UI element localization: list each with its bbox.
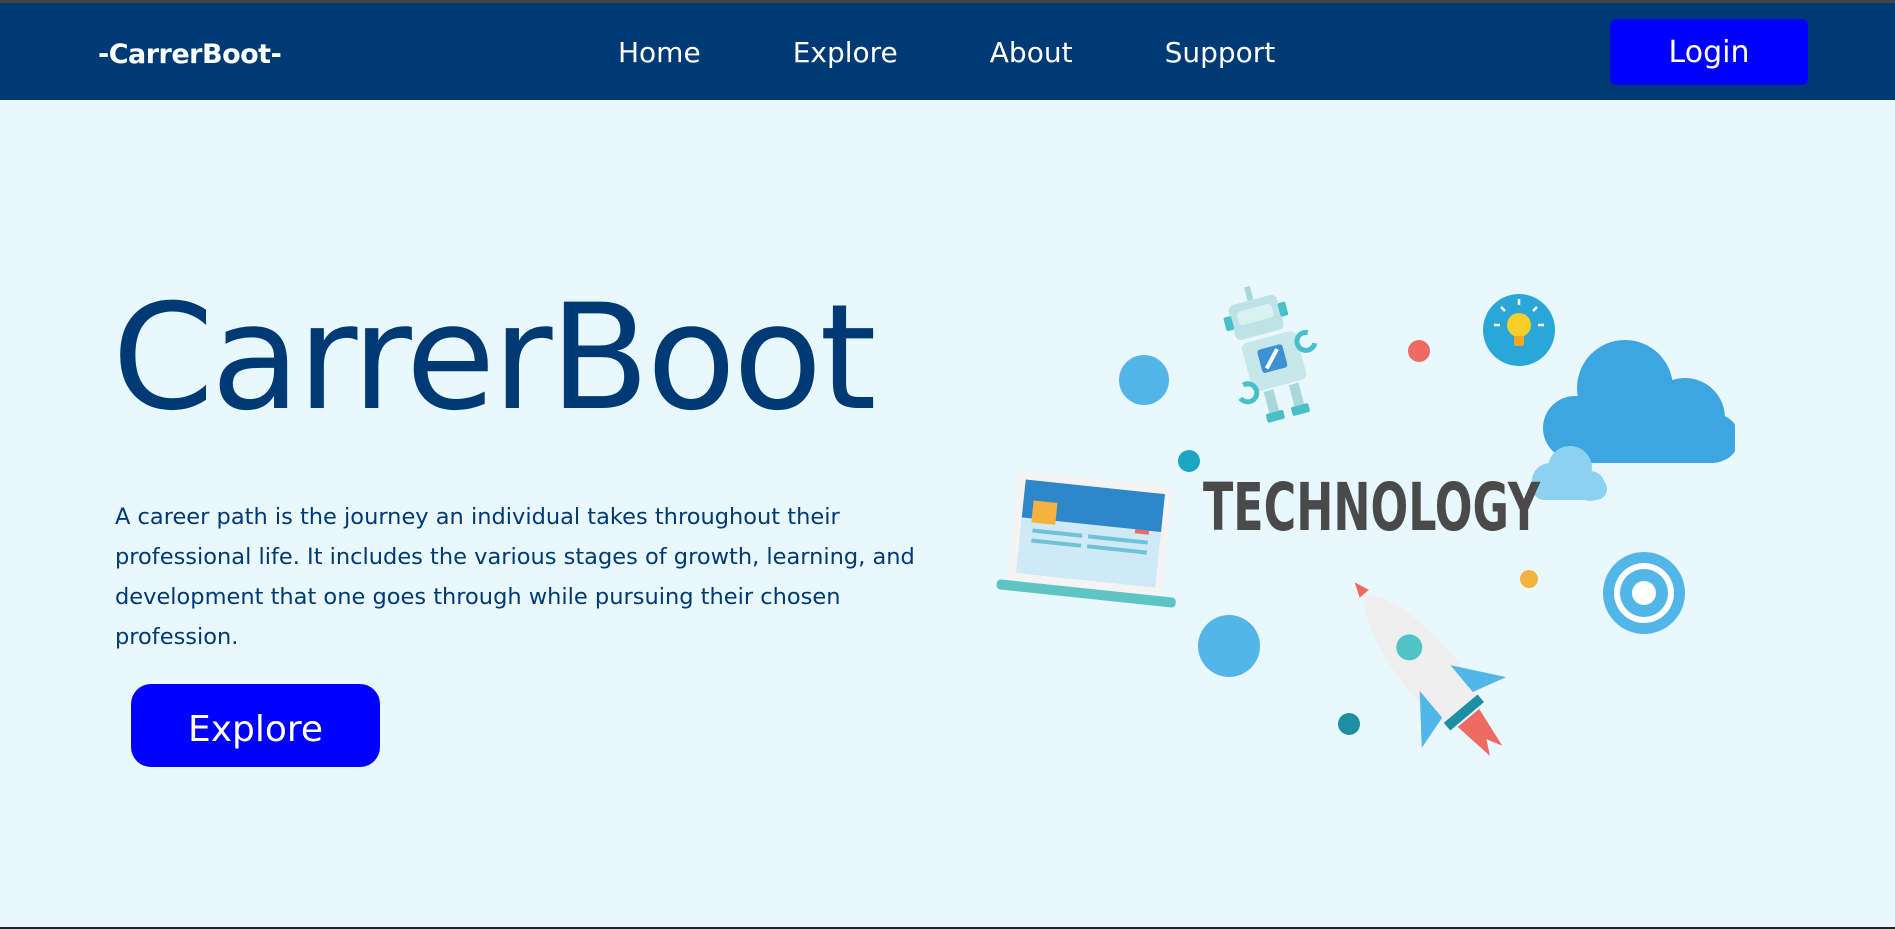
decor-dot [1520, 570, 1538, 588]
cloud-icon [1532, 340, 1735, 501]
hero-description: A career path is the journey an individu… [115, 504, 915, 650]
decor-dot [1178, 450, 1200, 472]
nav-link-about[interactable]: About [990, 36, 1073, 69]
technology-illustration: TECHNOLOGY [996, 285, 1735, 756]
top-navbar: -CarrerBoot- Home Explore About Support … [0, 3, 1895, 100]
explore-button[interactable]: Explore [131, 684, 380, 767]
robot-icon [1223, 285, 1318, 423]
hero-title: CarrerBoot [112, 273, 877, 443]
decor-dot [1408, 340, 1430, 362]
brand-logo[interactable]: -CarrerBoot- [98, 39, 282, 70]
gear-icon [1603, 552, 1685, 634]
decor-dot [1198, 615, 1260, 677]
nav-link-home[interactable]: Home [618, 36, 701, 69]
login-button[interactable]: Login [1610, 19, 1808, 85]
nav-link-support[interactable]: Support [1165, 36, 1276, 69]
rocket-icon [1354, 582, 1507, 756]
decor-dot [1119, 355, 1169, 405]
nav-links: Home Explore About Support [618, 36, 1367, 69]
lightbulb-icon [1483, 294, 1555, 366]
laptop-icon [996, 471, 1176, 608]
nav-link-explore[interactable]: Explore [793, 36, 898, 69]
decor-dot [1338, 713, 1360, 735]
technology-word: TECHNOLOGY [1203, 469, 1541, 546]
